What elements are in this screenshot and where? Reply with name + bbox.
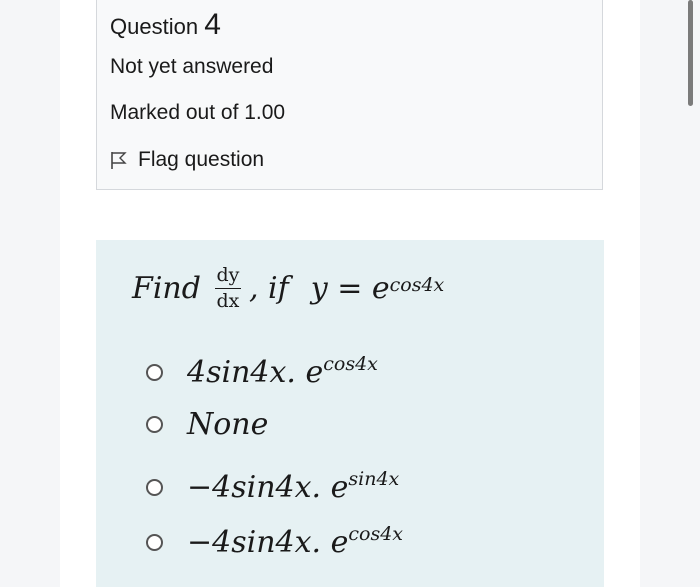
- option-base: 4sin4x. e: [187, 355, 324, 390]
- answer-option-d[interactable]: −4sin4x. ecos4x: [146, 523, 404, 560]
- radio-button[interactable]: [146, 479, 163, 496]
- derivative-fraction: dy dx: [214, 264, 241, 312]
- question-prompt: Find dy dx , if y = e cos4x: [132, 266, 444, 311]
- option-text: −4sin4x. ecos4x: [187, 523, 404, 560]
- question-number: 4: [204, 8, 221, 41]
- prompt-find: Find: [132, 271, 201, 306]
- fraction-numerator: dy: [216, 264, 240, 286]
- option-text: 4sin4x. ecos4x: [187, 353, 378, 390]
- prompt-equation: y = e: [310, 271, 390, 306]
- scrollbar-thumb[interactable]: [688, 0, 693, 106]
- radio-button[interactable]: [146, 534, 163, 551]
- flag-question-label: Flag question: [138, 148, 265, 171]
- question-marks: Marked out of 1.00: [110, 101, 286, 124]
- answer-option-a[interactable]: 4sin4x. ecos4x: [146, 353, 378, 390]
- answer-option-c[interactable]: −4sin4x. esin4x: [146, 468, 400, 505]
- option-base: −4sin4x. e: [187, 470, 349, 505]
- option-text: None: [187, 407, 268, 442]
- flag-icon: [111, 152, 127, 169]
- option-exponent: cos4x: [348, 523, 404, 545]
- answer-option-b[interactable]: None: [146, 407, 268, 442]
- fraction-denominator: dx: [216, 290, 240, 312]
- option-base: None: [187, 407, 269, 442]
- option-text: −4sin4x. esin4x: [187, 468, 400, 505]
- option-base: −4sin4x. e: [187, 525, 349, 560]
- radio-button[interactable]: [146, 416, 163, 433]
- fraction-bar: [214, 288, 241, 289]
- flag-question-button[interactable]: Flag question: [110, 148, 264, 172]
- question-title: Question 4: [110, 8, 221, 42]
- option-exponent: sin4x: [348, 468, 400, 490]
- question-title-label: Question: [110, 14, 199, 39]
- prompt-exponent: cos4x: [389, 273, 445, 296]
- question-status: Not yet answered: [110, 55, 274, 78]
- prompt-if: , if: [248, 271, 289, 306]
- option-exponent: cos4x: [323, 353, 378, 375]
- radio-button[interactable]: [146, 364, 163, 381]
